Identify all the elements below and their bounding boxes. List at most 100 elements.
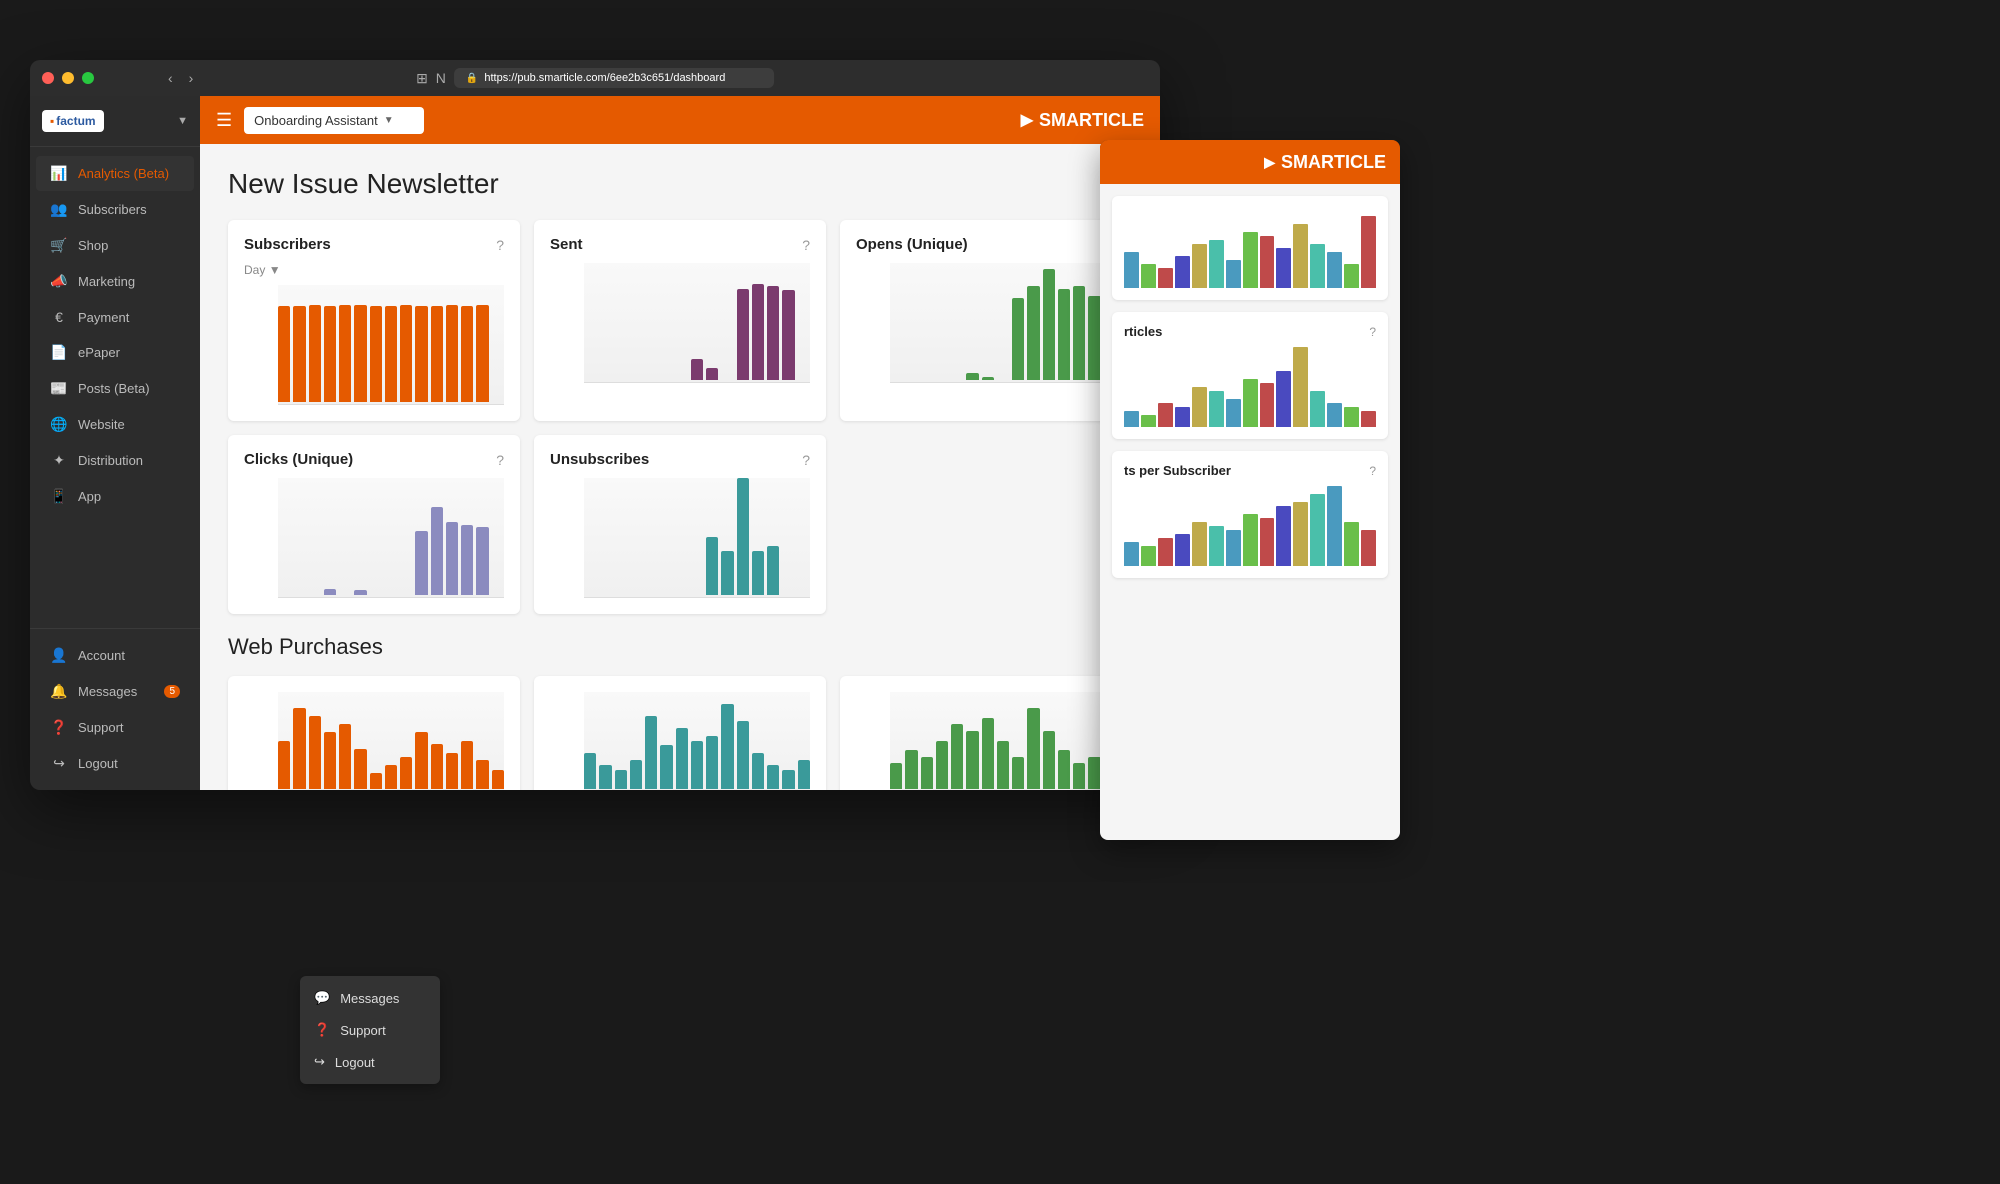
mini-bar bbox=[1344, 264, 1359, 288]
main-content: ☰ Onboarding Assistant ▼ ▶ SMARTICLE New… bbox=[200, 96, 1160, 790]
background-window: ▶ SMARTICLE rticles ? ts per Subscriber … bbox=[1100, 140, 1400, 840]
bg-card-title: ts per Subscriber bbox=[1124, 463, 1231, 478]
bar bbox=[997, 741, 1009, 790]
menu-item-logout[interactable]: ↪ Logout bbox=[300, 1046, 440, 1078]
mini-bar bbox=[1141, 546, 1156, 566]
bar bbox=[431, 306, 443, 402]
help-icon[interactable]: ? bbox=[802, 452, 810, 468]
mini-bar bbox=[1276, 248, 1291, 288]
url-bar[interactable]: 🔒 https://pub.smarticle.com/6ee2b3c651/d… bbox=[454, 68, 774, 88]
logo-text: factum bbox=[56, 114, 95, 128]
bg-card-articles: rticles ? bbox=[1112, 312, 1388, 439]
bar bbox=[798, 760, 810, 789]
forward-button[interactable]: › bbox=[183, 68, 200, 88]
bar bbox=[324, 306, 336, 402]
bg-card-header: rticles ? bbox=[1124, 324, 1376, 339]
bar bbox=[890, 763, 902, 789]
bar bbox=[982, 718, 994, 789]
brand: ▶ SMARTICLE bbox=[1021, 110, 1144, 131]
logo: ▪ factum bbox=[42, 110, 104, 132]
sidebar-item-label: Logout bbox=[78, 756, 118, 771]
bars-area bbox=[278, 478, 504, 598]
sent-chart bbox=[550, 263, 810, 383]
nav-buttons: ‹ › bbox=[162, 68, 199, 88]
unsubscribes-chart bbox=[550, 478, 810, 598]
bars-area bbox=[278, 692, 504, 790]
bar bbox=[1058, 289, 1070, 380]
sidebar-item-label: Website bbox=[78, 417, 125, 432]
mini-bar bbox=[1310, 494, 1325, 566]
mini-bar bbox=[1192, 522, 1207, 566]
mini-bar bbox=[1361, 411, 1376, 427]
bar bbox=[309, 716, 321, 789]
help-icon[interactable]: ? bbox=[1369, 464, 1376, 478]
messages-badge: 5 bbox=[164, 685, 180, 698]
sidebar-item-epaper[interactable]: 📄 ePaper bbox=[36, 335, 194, 370]
sidebar-item-support[interactable]: ❓ Support bbox=[36, 710, 194, 745]
bar bbox=[446, 305, 458, 402]
bar bbox=[645, 716, 657, 789]
card-title: Unsubscribes bbox=[550, 451, 649, 468]
help-icon[interactable]: ? bbox=[1369, 325, 1376, 339]
bar bbox=[660, 745, 672, 789]
menu-item-messages[interactable]: 💬 Messages bbox=[300, 982, 440, 1014]
lock-icon: 🔒 bbox=[466, 73, 478, 84]
close-button[interactable] bbox=[42, 72, 54, 84]
bg-brand-text: SMARTICLE bbox=[1281, 152, 1386, 173]
bar bbox=[461, 741, 473, 790]
bar bbox=[1027, 708, 1039, 789]
sidebar-item-analytics[interactable]: 📊 Analytics (Beta) bbox=[36, 156, 194, 191]
mini-bar bbox=[1361, 216, 1376, 288]
bar bbox=[476, 527, 488, 595]
sidebar-item-logout[interactable]: ↪ Logout bbox=[36, 746, 194, 781]
menu-item-label: Support bbox=[340, 1023, 386, 1038]
bar bbox=[706, 736, 718, 789]
sidebar-item-website[interactable]: 🌐 Website bbox=[36, 407, 194, 442]
minimize-button[interactable] bbox=[62, 72, 74, 84]
mini-bar bbox=[1276, 506, 1291, 566]
web-purchases-card-1 bbox=[228, 676, 520, 790]
hamburger-icon[interactable]: ☰ bbox=[216, 110, 232, 131]
sidebar-item-payment[interactable]: € Payment bbox=[36, 300, 194, 334]
app-icon: 📱 bbox=[50, 488, 68, 505]
sidebar-item-distribution[interactable]: ✦ Distribution bbox=[36, 443, 194, 478]
bar bbox=[1088, 757, 1100, 789]
bar bbox=[951, 724, 963, 789]
bottom-cards-grid: Clicks (Unique) ? Unsubscribes ? bbox=[228, 435, 1132, 614]
mini-bar bbox=[1243, 514, 1258, 566]
back-button[interactable]: ‹ bbox=[162, 68, 179, 88]
sidebar-item-label: Shop bbox=[78, 238, 108, 253]
newsletter-dropdown[interactable]: Onboarding Assistant ▼ bbox=[244, 107, 424, 134]
sidebar-item-app[interactable]: 📱 App bbox=[36, 479, 194, 514]
card-title: Sent bbox=[550, 236, 583, 253]
mini-bar bbox=[1226, 530, 1241, 566]
bar bbox=[737, 289, 749, 380]
sidebar-item-posts[interactable]: 📰 Posts (Beta) bbox=[36, 371, 194, 406]
card-header: Clicks (Unique) ? bbox=[244, 451, 504, 468]
help-icon[interactable]: ? bbox=[802, 237, 810, 253]
payment-icon: € bbox=[50, 309, 68, 325]
smarticle-logo-icon: ▶ bbox=[1264, 154, 1275, 171]
chevron-down-icon[interactable]: ▼ bbox=[269, 263, 281, 277]
bg-card-per-subscriber: ts per Subscriber ? bbox=[1112, 451, 1388, 578]
sidebar-item-account[interactable]: 👤 Account bbox=[36, 638, 194, 673]
bar bbox=[921, 757, 933, 789]
page-title: New Issue Newsletter bbox=[228, 168, 1132, 200]
help-icon[interactable]: ? bbox=[496, 452, 504, 468]
bar bbox=[737, 478, 749, 595]
sidebar-item-messages[interactable]: 🔔 Messages 5 bbox=[36, 674, 194, 709]
bar bbox=[936, 741, 948, 790]
bar bbox=[966, 731, 978, 789]
bg-topbar: ▶ SMARTICLE bbox=[1100, 140, 1400, 184]
sidebar-item-subscribers[interactable]: 👥 Subscribers bbox=[36, 192, 194, 227]
menu-item-support[interactable]: ❓ Support bbox=[300, 1014, 440, 1046]
maximize-button[interactable] bbox=[82, 72, 94, 84]
help-icon[interactable]: ? bbox=[496, 237, 504, 253]
bar bbox=[905, 750, 917, 789]
sidebar-item-marketing[interactable]: 📣 Marketing bbox=[36, 264, 194, 299]
sidebar-bottom: 👤 Account 🔔 Messages 5 ❓ Support ↪ Logou… bbox=[30, 628, 200, 790]
sidebar-item-label: Analytics (Beta) bbox=[78, 166, 169, 181]
dropdown-menu: 💬 Messages ❓ Support ↪ Logout bbox=[300, 976, 440, 1084]
sidebar-item-shop[interactable]: 🛒 Shop bbox=[36, 228, 194, 263]
sidebar-nav: 📊 Analytics (Beta) 👥 Subscribers 🛒 Shop … bbox=[30, 147, 200, 628]
